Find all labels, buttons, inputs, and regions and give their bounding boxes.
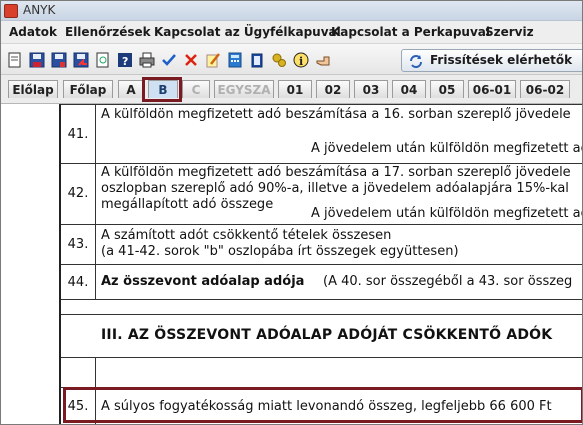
menu-perkapu[interactable]: Kapcsolat a Perkapuval xyxy=(331,25,490,39)
tab-06-01[interactable]: 06-01 xyxy=(468,80,516,98)
window-title: ANYK xyxy=(23,3,56,17)
row-41: 41. A külföldön megfizetett adó beszámít… xyxy=(61,104,583,164)
section-iii-header: III. AZ ÖSSZEVONT ADÓALAP ADÓJÁT CSÖKKEN… xyxy=(61,314,582,358)
row-41-text-1: A külföldön megfizetett adó beszámítása … xyxy=(101,107,571,122)
row-42-text-2: oszlopban szereplő adó 90%-a, illetve a … xyxy=(101,181,569,196)
menu-adatok[interactable]: Adatok xyxy=(9,25,57,39)
svg-text:i: i xyxy=(299,55,303,68)
tab-05[interactable]: 05 xyxy=(430,80,464,98)
app-logo-icon xyxy=(4,4,18,18)
tab-03[interactable]: 03 xyxy=(354,80,388,98)
row-45-highlight-frame xyxy=(63,387,582,423)
hand-icon[interactable] xyxy=(315,52,331,68)
menu-szerviz[interactable]: Szerviz xyxy=(485,25,534,39)
calculator-icon[interactable] xyxy=(227,52,243,68)
save-icon[interactable] xyxy=(29,52,45,68)
row-43-text-2: (a 41-42. sorok "b" oszlopába írt összeg… xyxy=(101,244,459,259)
row-44-note: (A 40. sor összegéből a 43. sor összeg xyxy=(323,274,573,289)
refresh-icon xyxy=(408,53,424,72)
form-area: 41. A külföldön megfizetett adó beszámít… xyxy=(1,104,583,424)
tab-01[interactable]: 01 xyxy=(278,80,312,98)
page-tabs: Előlap Főlap A B C EGYSZA 01 02 03 04 05… xyxy=(1,75,582,104)
row-43-text-1: A számított adót csökkentő tételek össze… xyxy=(101,228,392,243)
updates-available-button[interactable]: Frissítések elérhetők xyxy=(401,49,582,72)
row-44-label: Az összevont adóalap adója xyxy=(101,274,305,289)
clipboard-icon[interactable] xyxy=(249,52,265,68)
check-icon[interactable] xyxy=(161,52,177,68)
tab-egysza[interactable]: EGYSZA xyxy=(214,80,274,98)
tab-06-02[interactable]: 06-02 xyxy=(520,80,570,98)
row-41-text-2: A jövedelem után külföldön megfizetett a… xyxy=(311,141,583,156)
open-icon[interactable] xyxy=(7,52,23,68)
form-table: 41. A külföldön megfizetett adó beszámít… xyxy=(59,104,583,424)
tab-b-highlight-frame xyxy=(142,77,182,102)
updates-available-label: Frissítések elérhetők xyxy=(430,53,573,67)
app-window: ANYK Adatok Ellenőrzések Kapcsolat az Üg… xyxy=(0,0,583,425)
row-44: 44. Az összevont adóalap adója (A 40. so… xyxy=(61,265,582,300)
tab-c[interactable]: C xyxy=(182,80,210,98)
row-41-number: 41. xyxy=(61,105,96,163)
blank-row-number-cell xyxy=(61,357,96,387)
print-preview-icon[interactable] xyxy=(95,52,111,68)
menu-ellenorzesek[interactable]: Ellenőrzések xyxy=(65,25,151,39)
tab-elolap[interactable]: Előlap xyxy=(8,80,58,98)
save-as-icon[interactable] xyxy=(51,52,67,68)
edit-icon[interactable] xyxy=(205,52,221,68)
title-bar: ANYK xyxy=(1,1,582,21)
row-43: 43. A számított adót csökkentő tételek ö… xyxy=(61,225,582,265)
svg-text:?: ? xyxy=(122,55,128,68)
section-spacer xyxy=(61,300,582,314)
row-44-number: 44. xyxy=(61,265,96,299)
tab-04[interactable]: 04 xyxy=(392,80,426,98)
row-42-text-1: A külföldön megfizetett adó beszámítása … xyxy=(101,165,571,180)
menu-ugyfelkapu[interactable]: Kapcsolat az Ügyfélkapuval xyxy=(154,25,341,39)
tab-folap[interactable]: Főlap xyxy=(63,80,113,98)
row-42-text-3: megállapított adó összege xyxy=(101,197,274,212)
section-iii-title: III. AZ ÖSSZEVONT ADÓALAP ADÓJÁT CSÖKKEN… xyxy=(101,327,553,343)
row-42-number: 42. xyxy=(61,163,96,224)
export-icon[interactable] xyxy=(73,52,89,68)
info-icon[interactable]: i xyxy=(293,52,309,68)
help-icon[interactable]: ? xyxy=(117,52,133,68)
row-43-number: 43. xyxy=(61,225,96,264)
tab-02[interactable]: 02 xyxy=(316,80,350,98)
menu-bar: Adatok Ellenőrzések Kapcsolat az Ügyfélk… xyxy=(1,21,582,44)
toolbar: ? i Frissítések elérhetők xyxy=(1,44,582,75)
gears-icon[interactable] xyxy=(271,52,287,68)
row-42-text-4: A jövedelem után külföldön megfizetett a… xyxy=(311,206,583,221)
delete-icon[interactable] xyxy=(183,52,199,68)
row-42: 42. A külföldön megfizetett adó beszámít… xyxy=(61,163,583,225)
tab-a[interactable]: A xyxy=(118,80,144,98)
print-icon[interactable] xyxy=(139,52,155,68)
blank-row xyxy=(61,357,582,388)
